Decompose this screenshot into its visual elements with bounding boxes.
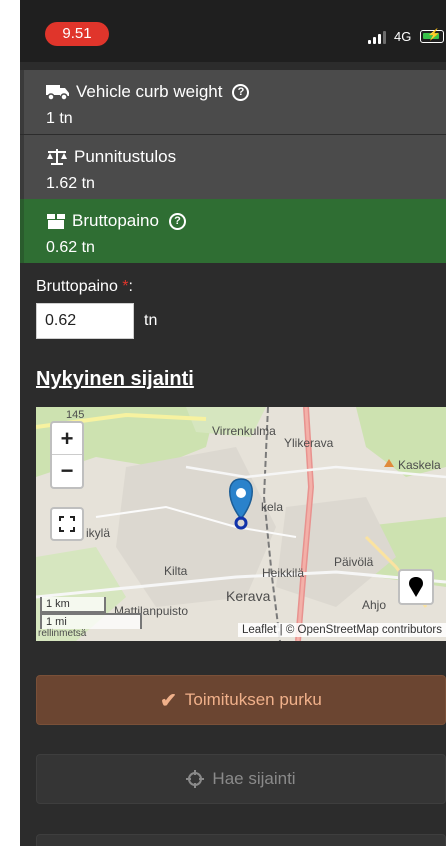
info-card-curb-weight: Vehicle curb weight ? 1 tn <box>20 70 446 134</box>
map-label: Kaskela <box>398 458 441 472</box>
status-time: 9.51 <box>45 22 109 46</box>
check-icon: ✔ <box>160 689 177 712</box>
scale-icon <box>47 149 67 165</box>
current-location-title: Nykyinen sijainti <box>36 368 194 390</box>
info-card-weighing-result: Punnitustulos 1.62 tn <box>20 135 446 199</box>
device-frame <box>0 0 20 846</box>
app-screen: 9.51 4G ⚡ Vehicle curb weight ? 1 tn Pun… <box>20 0 446 846</box>
map-attribution[interactable]: Leaflet | © OpenStreetMap contributors <box>237 623 446 637</box>
map-label: 145 <box>66 409 85 421</box>
map-label: Virrenkulma <box>212 424 276 438</box>
crosshair-icon <box>186 770 205 788</box>
gross-weight-label: Bruttopaino *: <box>36 278 133 295</box>
help-icon[interactable]: ? <box>232 83 250 101</box>
map-label: Päivölä <box>334 555 374 569</box>
unload-delivery-label: Toimituksen purku <box>184 690 322 709</box>
card-value: 0.62 tn <box>46 239 95 256</box>
locate-button[interactable] <box>398 569 434 605</box>
fullscreen-icon <box>59 516 75 532</box>
fullscreen-button[interactable] <box>50 507 84 541</box>
scale-km: 1 km <box>40 597 106 613</box>
unit-label: tn <box>144 312 158 329</box>
network-type: 4G <box>394 29 412 44</box>
map-scale: 1 km 1 mi <box>40 597 142 629</box>
card-value: 1 tn <box>46 110 73 127</box>
map-label: ikylä <box>86 526 111 540</box>
box-icon <box>47 214 65 229</box>
map-label: rellinmetsä <box>38 628 87 639</box>
get-location-label: Hae sijainti <box>212 769 296 788</box>
card-value: 1.62 tn <box>46 175 95 192</box>
card-title: Punnitustulos <box>74 147 177 166</box>
card-title: Bruttopaino <box>72 211 159 230</box>
battery-icon: ⚡ <box>420 29 444 43</box>
location-map[interactable]: 145 Virrenkulma Ylikerava Kaskela kela i… <box>36 407 446 641</box>
zoom-control: + − <box>50 421 84 489</box>
info-card-gross-weight: Bruttopaino ? 0.62 tn <box>20 199 446 263</box>
map-label: Heikkilä <box>262 566 305 580</box>
zoom-out-button[interactable]: − <box>52 455 82 487</box>
map-label: Kilta <box>164 564 188 578</box>
additional-button[interactable] <box>36 834 446 846</box>
card-title: Vehicle curb weight <box>76 82 223 101</box>
get-location-button[interactable]: Hae sijainti <box>36 754 446 804</box>
map-label: Ylikerava <box>284 436 334 450</box>
zoom-in-button[interactable]: + <box>52 423 82 455</box>
gross-weight-input[interactable] <box>36 303 134 339</box>
help-icon[interactable]: ? <box>168 212 186 230</box>
truck-icon <box>46 85 69 101</box>
map-label: Kerava <box>226 588 271 604</box>
map-label: Ahjo <box>362 598 387 612</box>
scale-mi: 1 mi <box>40 613 142 629</box>
map-pin-icon <box>409 577 423 597</box>
status-bar: 9.51 4G ⚡ <box>20 0 446 62</box>
unload-delivery-button[interactable]: ✔ Toimituksen purku <box>36 675 446 725</box>
map-label: kela <box>261 500 284 514</box>
signal-icon <box>368 31 386 44</box>
